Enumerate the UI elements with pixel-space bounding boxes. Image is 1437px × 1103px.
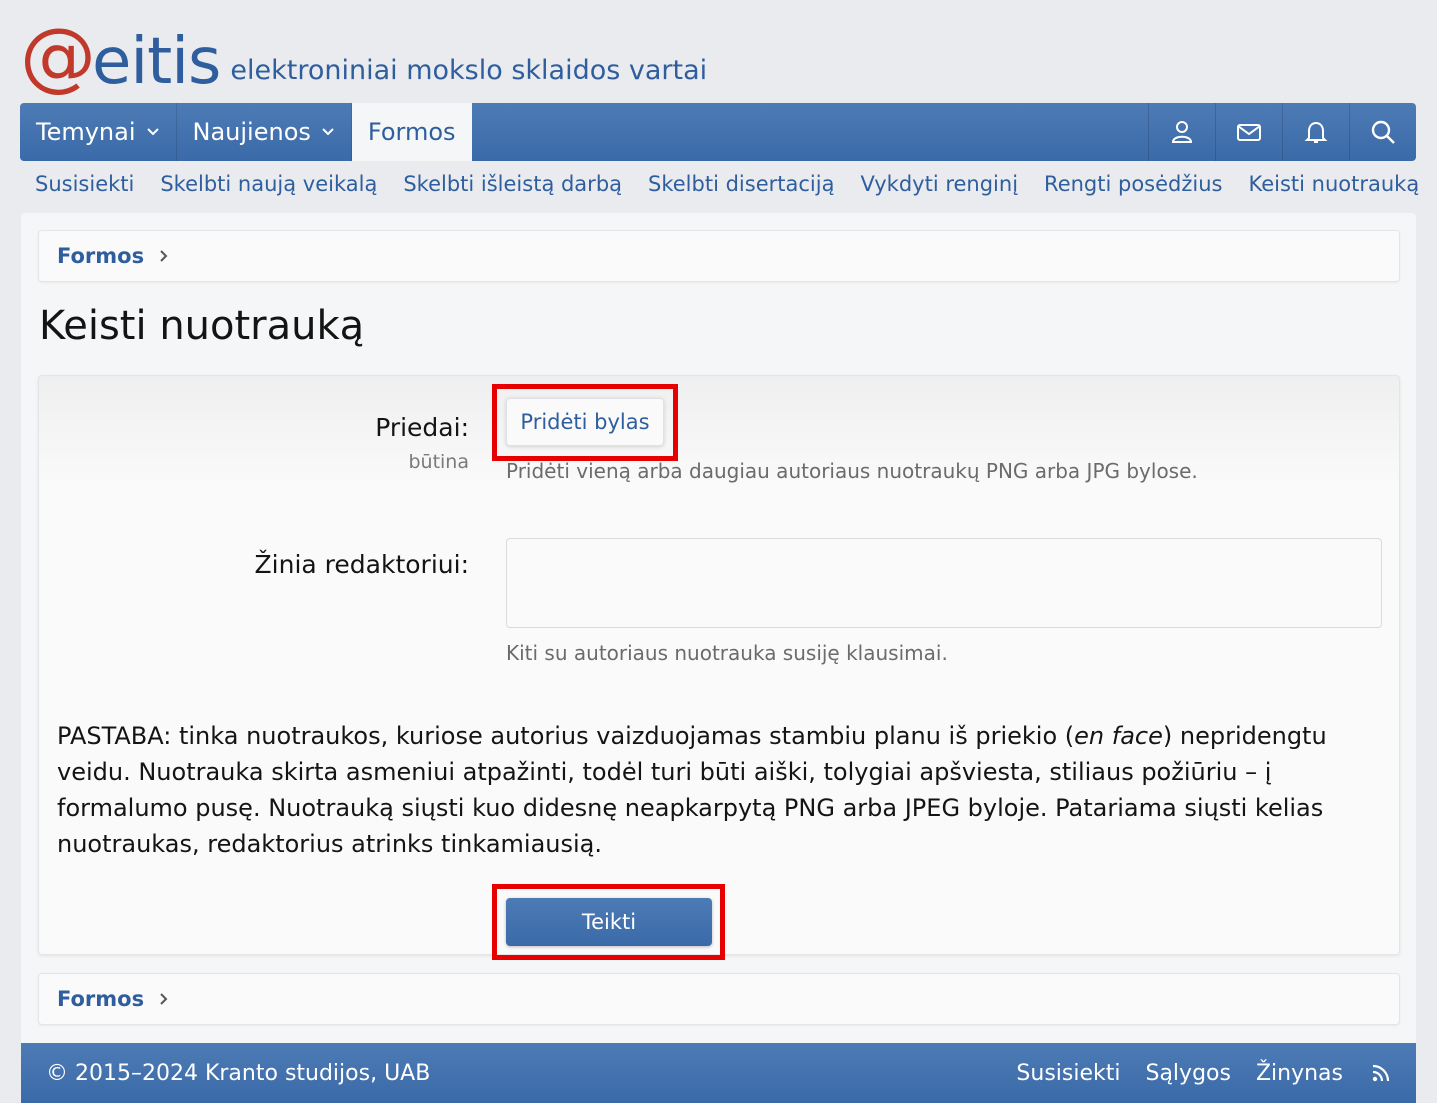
chevron-right-icon (160, 993, 168, 1005)
tab-temynai[interactable]: Temynai (20, 103, 177, 161)
subnav-rengti-posedzius[interactable]: Rengti posėdžius (1044, 172, 1222, 196)
logo-tagline: elektroniniai mokslo sklaidos vartai (230, 55, 708, 86)
subnav-skelbti-darba[interactable]: Skelbti išleistą darbą (403, 172, 622, 196)
message-explain: Kiti su autoriaus nuotrauka susiję klaus… (506, 641, 948, 665)
attachments-required-hint: būtina (408, 451, 469, 473)
tab-label: Formos (367, 118, 456, 146)
attach-files-button[interactable]: Pridėti bylas (506, 398, 664, 446)
site-logo[interactable]: @ eitis elektroniniai mokslo sklaidos va… (20, 11, 708, 100)
breadcrumb-bottom: Formos (38, 973, 1400, 1025)
form-note: PASTABA: tinka nuotraukos, kuriose autor… (57, 718, 1387, 862)
tab-label: Temynai (36, 118, 136, 146)
subnav-skelbti-veikala[interactable]: Skelbti naują veikalą (160, 172, 377, 196)
message-label: Žinia redaktoriui: (254, 550, 469, 579)
tab-label: Naujienos (192, 118, 311, 146)
chevron-down-icon[interactable] (321, 125, 335, 139)
envelope-icon (1237, 124, 1261, 141)
search-button[interactable] (1349, 103, 1416, 161)
chevron-right-icon (160, 250, 168, 262)
footer-link-zinynas[interactable]: Žinynas (1256, 1061, 1343, 1086)
tab-formos[interactable]: Formos (351, 103, 472, 161)
account-button[interactable] (1148, 103, 1215, 161)
message-textarea[interactable] (506, 538, 1382, 628)
footer: © 2015–2024 Kranto studijos, UAB Susisie… (21, 1043, 1416, 1103)
inbox-button[interactable] (1215, 103, 1282, 161)
attachments-explain: Pridėti vieną arba daugiau autoriaus nuo… (506, 459, 1198, 483)
main-navbar: Temynai Naujienos Formos (20, 103, 1416, 161)
main-content: Formos Keisti nuotrauką Priedai: būtina … (21, 213, 1416, 1043)
bell-icon (1304, 121, 1328, 143)
subnav-vykdyti-rengini[interactable]: Vykdyti renginį (860, 172, 1018, 196)
logo-at: @ (20, 11, 96, 100)
note-text-start: PASTABA: tinka nuotraukos, kuriose autor… (57, 722, 1075, 750)
page-title: Keisti nuotrauką (39, 303, 365, 349)
breadcrumb-link[interactable]: Formos (57, 987, 144, 1011)
copyright: © 2015–2024 Kranto studijos, UAB (46, 1060, 431, 1086)
search-icon (1371, 120, 1395, 144)
submit-button[interactable]: Teikti (506, 898, 712, 946)
tab-naujienos[interactable]: Naujienos (177, 103, 352, 161)
chevron-down-icon[interactable] (146, 125, 160, 139)
photo-form: Priedai: būtina Pridėti bylas Pridėti vi… (38, 375, 1400, 960)
subnav-susisiekti[interactable]: Susisiekti (35, 172, 134, 196)
alerts-button[interactable] (1282, 103, 1349, 161)
rss-icon[interactable] (1371, 1063, 1391, 1083)
footer-link-salygos[interactable]: Sąlygos (1145, 1061, 1230, 1086)
breadcrumb-link[interactable]: Formos (57, 244, 144, 268)
breadcrumb: Formos (38, 230, 1400, 282)
subnav-skelbti-disertacija[interactable]: Skelbti disertaciją (648, 172, 834, 196)
subnav-keisti-nuotrauka[interactable]: Keisti nuotrauką (1248, 172, 1419, 196)
sub-navigation: Susisiekti Skelbti naują veikalą Skelbti… (35, 172, 1437, 196)
footer-link-susisiekti[interactable]: Susisiekti (1016, 1061, 1120, 1086)
user-icon (1171, 121, 1193, 143)
logo-name: eitis (92, 25, 221, 99)
attachments-label: Priedai: (375, 413, 469, 442)
note-emphasis: en face (1074, 722, 1163, 750)
